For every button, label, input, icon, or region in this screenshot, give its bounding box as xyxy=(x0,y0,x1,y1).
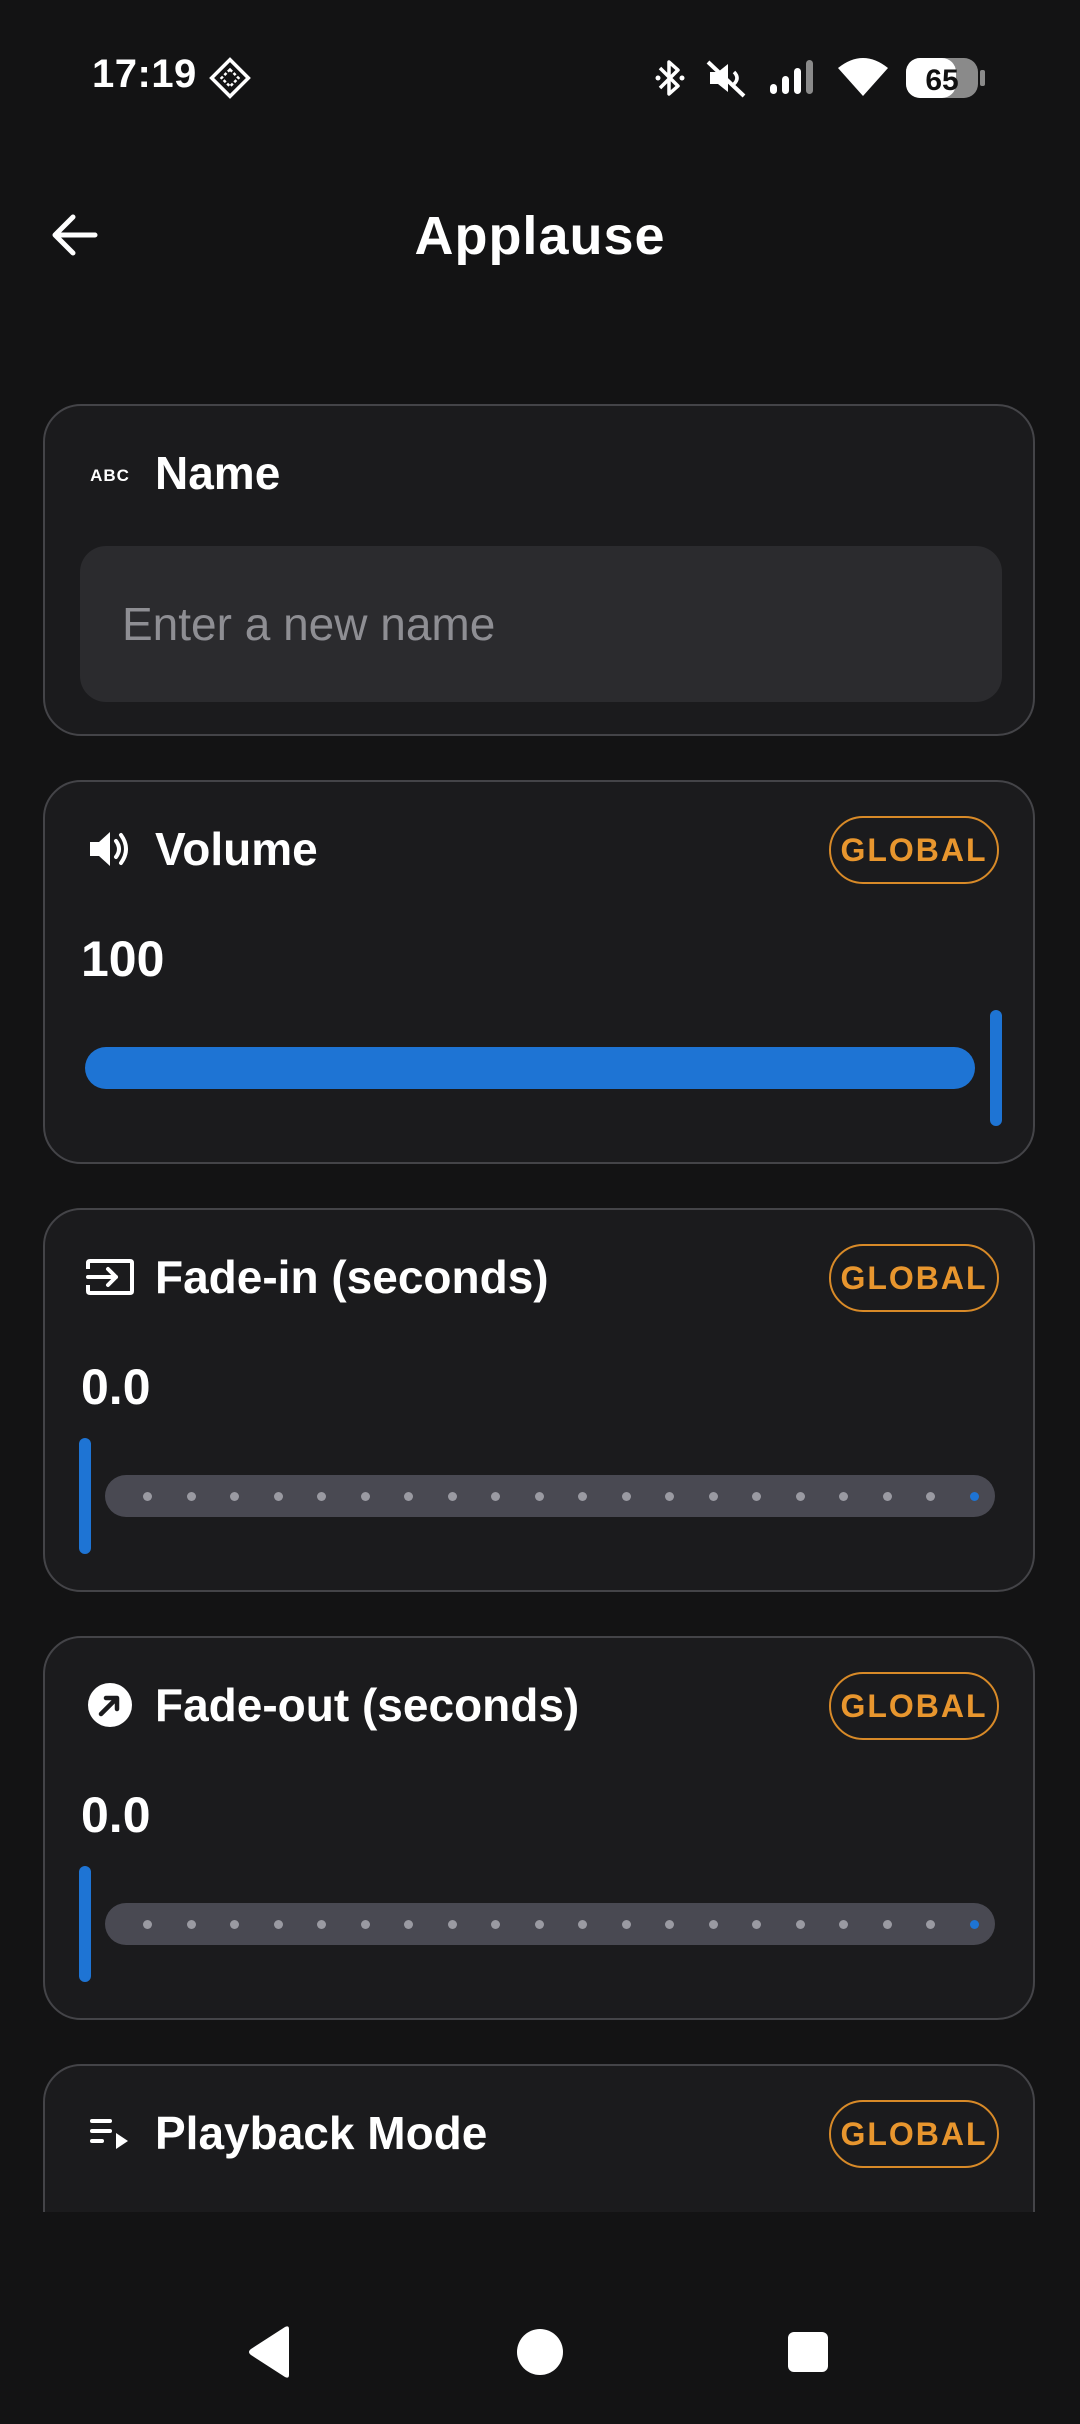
signal-icon xyxy=(768,56,816,105)
volume-card: Volume GLOBAL 100 xyxy=(43,780,1035,1164)
fade-out-slider-thumb[interactable] xyxy=(79,1866,91,1982)
slider-step-dot xyxy=(578,1920,587,1929)
slider-step-dot xyxy=(143,1920,152,1929)
fade-out-global-badge[interactable]: GLOBAL xyxy=(829,1672,999,1740)
slider-step-dot xyxy=(839,1920,848,1929)
slider-step-dot xyxy=(534,1492,544,1501)
name-card: ABC Name xyxy=(43,404,1035,736)
volume-card-title: Volume xyxy=(155,823,318,875)
playlist-play-icon xyxy=(83,2106,137,2160)
fade-in-slider-track xyxy=(105,1475,995,1517)
battery-icon: 65 xyxy=(904,54,988,107)
fade-in-global-badge[interactable]: GLOBAL xyxy=(829,1244,999,1312)
fade-in-card: Fade-in (seconds) GLOBAL 0.0 xyxy=(43,1208,1035,1592)
status-bar: 17:19 65 xyxy=(0,0,1080,150)
slider-step-dot xyxy=(404,1492,413,1501)
volume-slider-track xyxy=(85,1047,975,1089)
slider-step-dot xyxy=(752,1492,761,1501)
slider-step-dot xyxy=(926,1920,935,1929)
fade-in-card-title: Fade-in (seconds) xyxy=(155,1251,549,1303)
home-circle-icon xyxy=(517,2329,563,2375)
system-nav-bar xyxy=(0,2280,1080,2424)
slider-step-dot xyxy=(273,1920,283,1929)
volume-slider-thumb[interactable] xyxy=(990,1010,1002,1126)
slider-step-dot xyxy=(665,1492,674,1501)
nav-home-button[interactable] xyxy=(500,2312,580,2392)
slider-step-dot xyxy=(621,1492,631,1501)
slider-step-dot xyxy=(534,1920,544,1929)
playback-global-badge[interactable]: GLOBAL xyxy=(829,2100,999,2168)
muted-speaker-icon xyxy=(704,56,748,105)
fade-out-slider-track xyxy=(105,1903,995,1945)
name-card-title: Name xyxy=(155,447,281,499)
slider-step-dot xyxy=(882,1492,892,1501)
slider-step-dot xyxy=(795,1920,805,1929)
slider-step-dot xyxy=(665,1920,674,1929)
slider-step-dot xyxy=(621,1920,631,1929)
slider-step-dot xyxy=(969,1492,979,1501)
slider-step-dot xyxy=(317,1492,326,1501)
slider-step-dot xyxy=(404,1920,413,1929)
slider-step-dot xyxy=(273,1492,283,1501)
speaker-icon xyxy=(83,822,137,876)
slider-step-dot xyxy=(447,1920,457,1929)
slider-step-dot xyxy=(186,1492,196,1501)
playback-mode-card-title: Playback Mode xyxy=(155,2107,488,2159)
fade-in-slider-thumb[interactable] xyxy=(79,1438,91,1554)
volume-value: 100 xyxy=(81,931,165,987)
fade-in-value: 0.0 xyxy=(81,1359,151,1415)
wifi-icon xyxy=(836,54,890,105)
fade-out-card-title: Fade-out (seconds) xyxy=(155,1679,580,1731)
slider-step-dot xyxy=(839,1492,848,1501)
back-triangle-icon xyxy=(249,2326,289,2378)
slider-step-dot xyxy=(230,1492,239,1501)
login-arrow-icon xyxy=(83,1250,137,1304)
slider-step-dot xyxy=(969,1920,979,1929)
recents-square-icon xyxy=(788,2332,828,2372)
fade-out-card: Fade-out (seconds) GLOBAL 0.0 xyxy=(43,1636,1035,2020)
volume-global-badge[interactable]: GLOBAL xyxy=(829,816,999,884)
battery-level-text: 65 xyxy=(925,64,958,97)
slider-step-dot xyxy=(491,1920,500,1929)
slider-step-dot xyxy=(186,1920,196,1929)
page-title: Applause xyxy=(414,206,666,266)
slider-step-dot xyxy=(360,1920,370,1929)
fade-out-value: 0.0 xyxy=(81,1787,151,1843)
slider-step-dot xyxy=(752,1920,761,1929)
nav-recents-button[interactable] xyxy=(768,2312,848,2392)
name-input[interactable] xyxy=(80,546,1002,702)
slider-step-dot xyxy=(708,1492,718,1501)
slider-step-dot xyxy=(360,1492,370,1501)
nav-back-button[interactable] xyxy=(230,2312,310,2392)
slider-step-dot xyxy=(578,1492,587,1501)
svg-text:ABC: ABC xyxy=(90,466,130,485)
abc-text-icon: ABC xyxy=(83,448,137,502)
dnd-diamond-icon xyxy=(208,56,252,105)
bluetooth-icon xyxy=(652,56,688,105)
slider-step-dot xyxy=(795,1492,805,1501)
app-root: 17:19 65 Applause ABC Name Enter a new n… xyxy=(0,0,1080,2424)
slider-step-dot xyxy=(926,1492,935,1501)
arrow-up-right-circle-icon xyxy=(83,1678,137,1732)
slider-step-dot xyxy=(708,1920,718,1929)
playback-card-clip: Playback Mode GLOBAL xyxy=(0,2040,1080,2212)
slider-step-dot xyxy=(317,1920,326,1929)
slider-step-dot xyxy=(230,1920,239,1929)
slider-step-dot xyxy=(447,1492,457,1501)
slider-step-dot xyxy=(143,1492,152,1501)
status-time: 17:19 xyxy=(92,52,197,96)
slider-step-dot xyxy=(882,1920,892,1929)
playback-mode-card[interactable]: Playback Mode GLOBAL xyxy=(43,2064,1035,2212)
slider-step-dot xyxy=(491,1492,500,1501)
